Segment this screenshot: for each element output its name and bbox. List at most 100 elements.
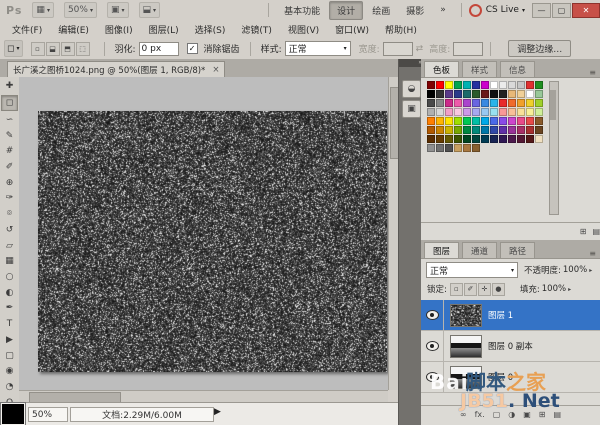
- color-swatch[interactable]: [535, 135, 543, 143]
- color-swatch[interactable]: [526, 126, 534, 134]
- color-swatch[interactable]: [499, 126, 507, 134]
- fill-spinner-icon[interactable]: ▸: [568, 286, 571, 293]
- menu-item-e[interactable]: 编辑(E): [50, 21, 97, 38]
- document-canvas[interactable]: [38, 111, 387, 372]
- color-swatch[interactable]: [436, 135, 444, 143]
- color-swatch[interactable]: [499, 135, 507, 143]
- menu-item-s[interactable]: 选择(S): [187, 21, 234, 38]
- color-swatch[interactable]: [508, 90, 516, 98]
- color-swatch[interactable]: [472, 126, 480, 134]
- color-swatch[interactable]: [436, 144, 444, 152]
- color-swatch[interactable]: [517, 90, 525, 98]
- color-swatch[interactable]: [490, 117, 498, 125]
- tab-样式[interactable]: 样式: [462, 61, 497, 77]
- color-swatch[interactable]: [526, 90, 534, 98]
- crop-tool[interactable]: #: [2, 144, 17, 159]
- history-brush-tool[interactable]: ↺: [2, 222, 17, 237]
- selection-mode-icon-2[interactable]: ⬒: [61, 42, 75, 56]
- workspace-button[interactable]: 基本功能: [277, 2, 327, 19]
- rotate-view-tool[interactable]: ◉: [2, 364, 17, 379]
- brush-tool[interactable]: ✑: [2, 191, 17, 206]
- path-selection-tool[interactable]: ▶: [2, 333, 17, 348]
- color-swatch[interactable]: [499, 117, 507, 125]
- layer-name[interactable]: 图层 1: [488, 309, 513, 321]
- tab-通道[interactable]: 通道: [462, 242, 497, 258]
- color-swatch[interactable]: [535, 108, 543, 116]
- color-swatch[interactable]: [535, 81, 543, 89]
- quick-selection-tool[interactable]: ✎: [2, 128, 17, 143]
- color-swatch[interactable]: [508, 99, 516, 107]
- current-tool-preset[interactable]: ◻▾: [4, 40, 23, 57]
- lasso-tool[interactable]: ∽: [2, 112, 17, 127]
- dodge-tool[interactable]: ◐: [2, 285, 17, 300]
- color-swatch[interactable]: [436, 99, 444, 107]
- color-swatch[interactable]: [436, 126, 444, 134]
- eye-icon[interactable]: [426, 341, 439, 351]
- color-swatch[interactable]: [490, 99, 498, 107]
- blend-mode-select[interactable]: 正常▾: [426, 262, 518, 278]
- color-swatch[interactable]: [472, 135, 480, 143]
- cs-live-button[interactable]: CS Live ▾: [469, 4, 525, 17]
- arrange-documents-button[interactable]: ▦▾: [32, 2, 54, 18]
- tab-色板[interactable]: 色板: [424, 61, 459, 77]
- color-swatch[interactable]: [445, 108, 453, 116]
- color-swatch[interactable]: [490, 108, 498, 116]
- color-swatch[interactable]: [472, 90, 480, 98]
- zoom-percentage-field[interactable]: 50%: [28, 407, 68, 422]
- color-swatch[interactable]: [445, 90, 453, 98]
- menu-item-h[interactable]: 帮助(H): [377, 21, 425, 38]
- color-swatch[interactable]: [463, 144, 471, 152]
- color-swatch[interactable]: [463, 90, 471, 98]
- clone-stamp-tool[interactable]: ⌾: [2, 207, 17, 222]
- opacity-value[interactable]: 100%: [563, 265, 587, 275]
- menu-item-f[interactable]: 文件(F): [4, 21, 50, 38]
- color-swatch[interactable]: [526, 81, 534, 89]
- color-swatch[interactable]: [463, 135, 471, 143]
- color-swatch[interactable]: [508, 81, 516, 89]
- color-swatch[interactable]: [436, 81, 444, 89]
- color-swatch[interactable]: [490, 81, 498, 89]
- color-swatch[interactable]: [508, 126, 516, 134]
- color-swatch[interactable]: [481, 126, 489, 134]
- color-swatch[interactable]: [454, 99, 462, 107]
- restore-button[interactable]: ▢: [552, 3, 571, 18]
- workspace-button[interactable]: 摄影: [399, 2, 431, 19]
- color-swatch[interactable]: [454, 81, 462, 89]
- color-swatch[interactable]: [454, 117, 462, 125]
- panel-menu-icon[interactable]: ≡: [589, 68, 596, 77]
- eye-icon[interactable]: [426, 310, 439, 320]
- clone-source-panel-button[interactable]: ▣: [402, 100, 421, 118]
- zoom-level-dropdown[interactable]: 50%▾: [64, 2, 97, 18]
- color-swatch[interactable]: [427, 144, 435, 152]
- close-button[interactable]: ✕: [572, 3, 600, 18]
- selection-mode-icon-1[interactable]: ⬓: [46, 42, 60, 56]
- color-swatch[interactable]: [526, 117, 534, 125]
- layer-name[interactable]: 图层 0 副本: [488, 340, 533, 352]
- color-swatch[interactable]: [526, 99, 534, 107]
- scrollbar-thumb[interactable]: [550, 90, 556, 120]
- color-swatch[interactable]: [535, 99, 543, 107]
- color-swatch[interactable]: [463, 117, 471, 125]
- panel-menu-icon[interactable]: ≡: [589, 249, 596, 258]
- color-swatch[interactable]: [508, 117, 516, 125]
- color-swatch[interactable]: [472, 108, 480, 116]
- color-swatch[interactable]: [490, 126, 498, 134]
- color-swatch[interactable]: [499, 90, 507, 98]
- layer-thumbnail[interactable]: [450, 335, 482, 358]
- color-swatch[interactable]: [499, 81, 507, 89]
- color-swatch[interactable]: [517, 135, 525, 143]
- color-swatch[interactable]: [436, 117, 444, 125]
- color-swatch[interactable]: [535, 117, 543, 125]
- lock-move-icon[interactable]: ✛: [478, 283, 491, 296]
- color-swatch[interactable]: [427, 117, 435, 125]
- opacity-spinner-icon[interactable]: ▸: [589, 267, 592, 274]
- color-swatch[interactable]: [445, 81, 453, 89]
- color-swatch[interactable]: [454, 144, 462, 152]
- color-swatch[interactable]: [517, 108, 525, 116]
- color-swatch[interactable]: [472, 81, 480, 89]
- close-document-icon[interactable]: ×: [212, 65, 219, 75]
- color-swatch[interactable]: [517, 126, 525, 134]
- color-swatch[interactable]: [427, 99, 435, 107]
- menu-item-w[interactable]: 窗口(W): [327, 21, 377, 38]
- color-swatch[interactable]: [481, 90, 489, 98]
